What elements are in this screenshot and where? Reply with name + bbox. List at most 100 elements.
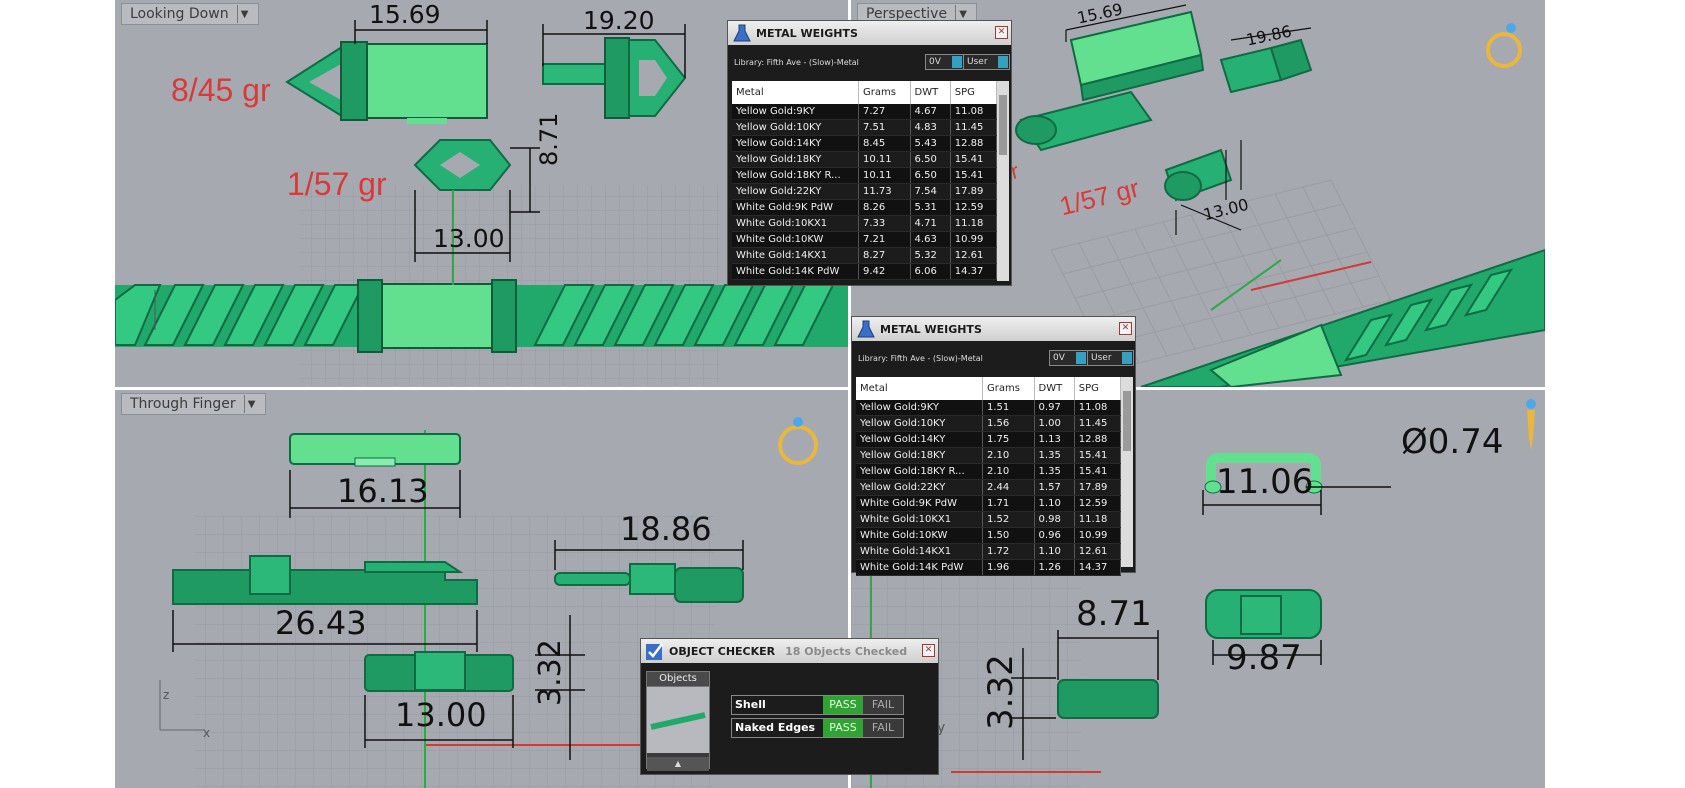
cell-dwt: 1.26 <box>1034 559 1075 576</box>
chevron-down-icon[interactable]: ▼ <box>243 395 259 413</box>
cell-dwt: 6.06 <box>910 263 951 280</box>
objects-tab[interactable]: Objects <box>647 672 709 687</box>
table-row[interactable]: White Gold:14KX1 1.72 1.10 12.61 <box>856 543 1122 560</box>
col-header-grams[interactable]: Grams <box>982 377 1035 400</box>
dropdown-toggle[interactable] <box>952 56 962 68</box>
scrollbar-thumb[interactable] <box>999 95 1007 155</box>
table-row[interactable]: White Gold:14KX1 8.27 5.32 12.61 <box>732 247 998 264</box>
table-row[interactable]: Yellow Gold:14KY 1.75 1.13 12.88 <box>856 431 1122 448</box>
cell-dwt: 1.13 <box>1034 431 1075 448</box>
object-checker-panel[interactable]: OBJECT CHECKER 18 Objects Checked ✕ Obje… <box>640 638 939 775</box>
panel-titlebar[interactable]: METAL WEIGHTS ✕ <box>728 21 1011 45</box>
dropdown-user[interactable]: User <box>963 54 1010 70</box>
ring-icon <box>1486 23 1522 68</box>
table-row[interactable]: Yellow Gold:18KY 2.10 1.35 15.41 <box>856 447 1122 464</box>
table-row[interactable]: Yellow Gold:14KY 8.45 5.43 12.88 <box>732 135 998 152</box>
col-header-dwt[interactable]: DWT <box>910 81 951 104</box>
dim-13-00-finger: 13.00 <box>395 696 487 734</box>
col-header-grams[interactable]: Grams <box>858 81 911 104</box>
scrollbar[interactable] <box>997 81 1009 281</box>
col-header-metal[interactable]: Metal <box>856 377 983 400</box>
cell-grams: 1.75 <box>982 431 1035 448</box>
viewport-label-through-finger[interactable]: Through Finger ▼ <box>121 393 266 415</box>
table-row[interactable]: White Gold:14K PdW 9.42 6.06 14.37 <box>732 263 998 280</box>
cell-dwt: 1.57 <box>1034 479 1075 496</box>
dropdown-0v[interactable]: 0V <box>925 54 964 70</box>
col-header-dwt[interactable]: DWT <box>1034 377 1075 400</box>
dropdown-0v[interactable]: 0V <box>1049 350 1088 366</box>
cell-metal: White Gold:14K PdW <box>856 559 983 576</box>
panel-titlebar[interactable]: METAL WEIGHTS ✕ <box>852 317 1135 341</box>
cell-metal: Yellow Gold:9KY <box>732 104 859 120</box>
table-row[interactable]: White Gold:10KX1 1.52 0.98 11.18 <box>856 511 1122 528</box>
metal-weights-panel-1[interactable]: METAL WEIGHTS ✕ Library: Fifth Ave - (Sl… <box>727 20 1012 286</box>
cell-spg: 15.41 <box>1074 447 1122 464</box>
cell-dwt: 1.10 <box>1034 543 1075 560</box>
dropdown-user[interactable]: User <box>1087 350 1134 366</box>
table-row[interactable]: White Gold:10KW 7.21 4.63 10.99 <box>732 231 998 248</box>
cell-metal: White Gold:9K PdW <box>732 199 859 216</box>
col-header-spg[interactable]: SPG <box>950 81 998 104</box>
scrollbar[interactable] <box>1121 377 1133 567</box>
table-row[interactable]: Yellow Gold:18KY R... 2.10 1.35 15.41 <box>856 463 1122 480</box>
dropdown-toggle[interactable] <box>1122 352 1132 364</box>
fail-badge: FAIL <box>863 719 903 737</box>
objects-preview[interactable]: Objects ▲ <box>646 671 710 771</box>
weight-label-8-45: 8/45 gr <box>171 72 271 108</box>
table-row[interactable]: White Gold:9K PdW 1.71 1.10 12.59 <box>856 495 1122 512</box>
table-row[interactable]: Yellow Gold:10KY 7.51 4.83 11.45 <box>732 119 998 136</box>
dim-11-06: 11.06 <box>1216 462 1314 502</box>
metal-table: Metal Grams DWT SPG Yellow Gold:9KY 7.27 4… <box>732 81 998 280</box>
objects-checked-status: 18 Objects Checked <box>785 644 908 658</box>
cell-grams: 7.27 <box>858 104 911 120</box>
table-row[interactable]: Yellow Gold:18KY R... 10.11 6.50 15.41 <box>732 167 998 184</box>
viewport-label-looking-down[interactable]: Looking Down ▼ <box>121 3 259 25</box>
chain-band <box>115 279 848 353</box>
col-header-spg[interactable]: SPG <box>1074 377 1122 400</box>
check-row-shell: Shell PASS FAIL <box>731 695 904 715</box>
dropdown-toggle[interactable] <box>1076 352 1086 364</box>
table-row[interactable]: Yellow Gold:22KY 2.44 1.57 17.89 <box>856 479 1122 496</box>
scrollbar-thumb[interactable] <box>1123 391 1131 451</box>
table-row[interactable]: Yellow Gold:10KY 1.56 1.00 11.45 <box>856 415 1122 432</box>
dropdown-toggle[interactable] <box>998 56 1008 68</box>
cell-spg: 15.41 <box>950 151 998 168</box>
viewport-label-text: Looking Down <box>130 6 229 22</box>
panel-titlebar[interactable]: OBJECT CHECKER 18 Objects Checked ✕ <box>641 639 938 663</box>
close-icon[interactable]: ✕ <box>922 644 935 657</box>
close-icon[interactable]: ✕ <box>1119 322 1132 335</box>
table-row[interactable]: Yellow Gold:9KY 1.51 0.97 11.08 <box>856 400 1122 416</box>
clasp-top-bar <box>289 433 461 467</box>
table-row[interactable]: Yellow Gold:22KY 11.73 7.54 17.89 <box>732 183 998 200</box>
cell-metal: Yellow Gold:10KY <box>732 119 859 136</box>
col-header-metal[interactable]: Metal <box>732 81 859 104</box>
cell-metal: Yellow Gold:18KY R... <box>732 167 859 184</box>
scroll-up-arrow-icon[interactable]: ▲ <box>647 757 709 771</box>
dim-26-43: 26.43 <box>275 604 367 642</box>
cell-grams: 9.42 <box>858 263 911 280</box>
table-row[interactable]: White Gold:9K PdW 8.26 5.31 12.59 <box>732 199 998 216</box>
cell-spg: 15.41 <box>950 167 998 184</box>
table-row[interactable]: White Gold:10KW 1.50 0.96 10.99 <box>856 527 1122 544</box>
weight-label-1-57: 1/57 gr <box>287 166 387 202</box>
cell-spg: 11.08 <box>950 104 998 120</box>
close-icon[interactable]: ✕ <box>995 26 1008 39</box>
metal-table: Metal Grams DWT SPG Yellow Gold:9KY 1.51 0… <box>856 377 1122 576</box>
ring-icon <box>778 417 818 465</box>
dim-3-32-finger: 3.32 <box>533 639 568 706</box>
axis-x-label: x <box>203 726 211 740</box>
table-row[interactable]: White Gold:10KX1 7.33 4.71 11.18 <box>732 215 998 232</box>
table-row[interactable]: Yellow Gold:18KY 10.11 6.50 15.41 <box>732 151 998 168</box>
cell-metal: White Gold:10KX1 <box>732 215 859 232</box>
cell-grams: 10.11 <box>858 167 911 184</box>
table-row[interactable]: Yellow Gold:9KY 7.27 4.67 11.08 <box>732 104 998 120</box>
cell-grams: 8.45 <box>858 135 911 152</box>
check-row-naked-edges: Naked Edges PASS FAIL <box>731 718 904 738</box>
table-row[interactable]: White Gold:14K PdW 1.96 1.26 14.37 <box>856 559 1122 576</box>
dropdown-value: User <box>1091 353 1112 363</box>
chevron-down-icon[interactable]: ▼ <box>236 5 252 23</box>
clasp-top-view <box>285 41 488 124</box>
cell-grams: 8.26 <box>858 199 911 216</box>
metal-weights-panel-2[interactable]: METAL WEIGHTS ✕ Library: Fifth Ave - (Sl… <box>851 316 1136 576</box>
cell-dwt: 1.10 <box>1034 495 1075 512</box>
